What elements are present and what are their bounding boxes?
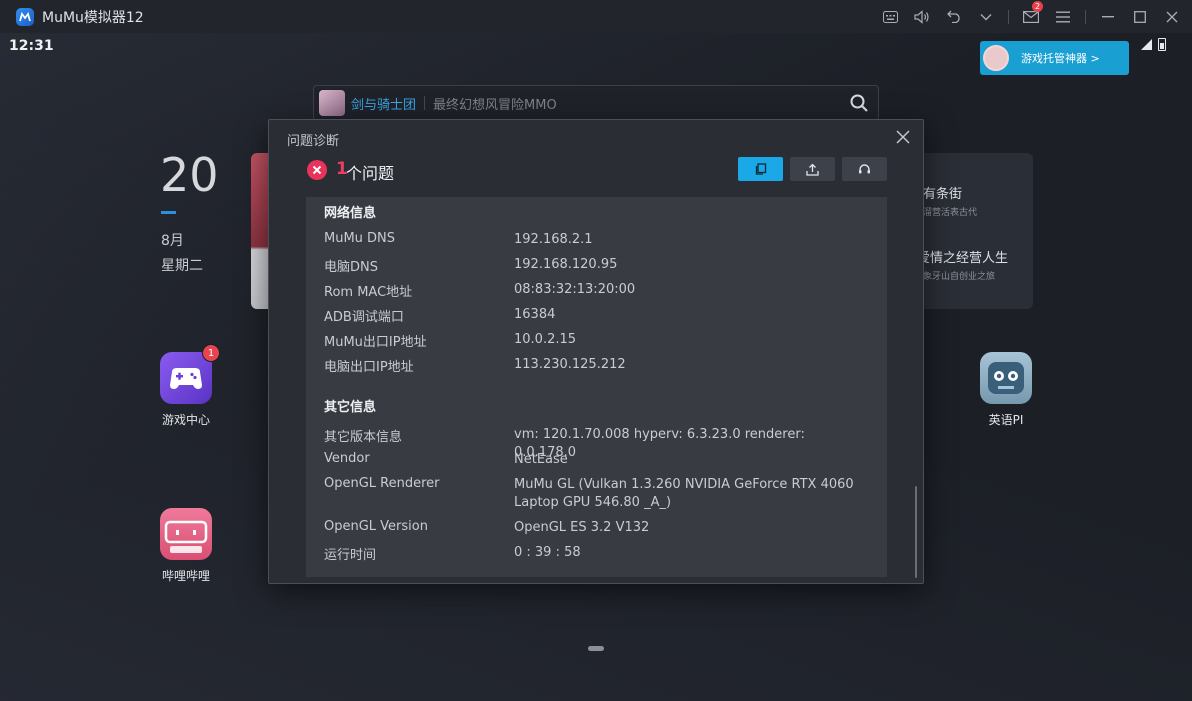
mail-icon (1023, 10, 1039, 23)
diagnose-dialog: 问题诊断 1 个问题 网络信息 MuMu DNS 192.168.2.1 电脑D… (268, 119, 924, 584)
bilibili-icon (160, 508, 212, 560)
error-icon (307, 160, 327, 180)
upload-icon (806, 163, 819, 176)
clock-accent-line (161, 211, 176, 214)
app-bilibili[interactable]: 哔哩哔哩 (150, 508, 222, 584)
row-value: 0 : 39 : 58 (514, 545, 581, 560)
row-key: 电脑DNS (324, 260, 378, 275)
export-button[interactable] (790, 157, 835, 181)
app-label: 游戏中心 (161, 413, 210, 427)
app-label: 英语PI (988, 413, 1024, 427)
robot-icon (980, 352, 1032, 404)
maximize-icon[interactable] (1124, 0, 1156, 33)
close-window-icon[interactable] (1156, 0, 1188, 33)
status-time: 12:31 (9, 38, 54, 54)
copy-icon (755, 163, 766, 175)
recommend-title-1: 有条街 (923, 187, 963, 202)
mumu-logo-icon (16, 7, 34, 26)
nav-handle[interactable] (588, 646, 604, 651)
section-title-other: 其它信息 (324, 400, 377, 415)
row-key: ADB调试端口 (324, 310, 404, 325)
close-icon[interactable] (893, 127, 913, 147)
row-value: OpenGL ES 3.2 V132 (514, 520, 650, 535)
window-title: MuMu模拟器12 (42, 9, 144, 26)
row-value: 192.168.2.1 (514, 232, 593, 247)
recommend-title-2: 爱情之经营人生 (917, 251, 1009, 266)
row-key: Rom MAC地址 (324, 285, 413, 300)
row-key: MuMu DNS (324, 231, 396, 246)
search-icon[interactable] (850, 94, 868, 112)
row-value: 10.0.2.15 (514, 332, 577, 347)
search-app-icon (319, 90, 345, 116)
recommend-sub-2: 象牙山自创业之旅 (923, 272, 996, 282)
chevron-down-icon[interactable] (970, 0, 1002, 33)
issue-text: 个问题 (346, 164, 395, 183)
section-title-network: 网络信息 (324, 206, 377, 221)
toolbar-divider (1008, 9, 1009, 24)
recommend-card[interactable]: 有条街 溜营活表古代 爱情之经营人生 象牙山自创业之旅 (915, 153, 1033, 309)
row-value: 113.230.125.212 (514, 357, 626, 372)
message-button[interactable]: 2 (1015, 0, 1047, 33)
panel-scrollbar[interactable] (915, 486, 917, 578)
app-badge: 1 (202, 344, 220, 362)
keyboard-icon[interactable] (874, 0, 906, 33)
row-value: 192.168.120.95 (514, 257, 618, 272)
app-english-pi[interactable]: 英语PI (970, 352, 1042, 428)
row-value: NetEase (514, 452, 568, 467)
dialog-title: 问题诊断 (287, 134, 340, 149)
volume-icon[interactable] (906, 0, 938, 33)
status-icons (1141, 38, 1166, 51)
row-key: OpenGL Renderer (324, 476, 440, 491)
app-game-center[interactable]: 1 游戏中心 (150, 344, 222, 428)
row-value: MuMu GL (Vulkan 1.3.260 NVIDIA GeForce R… (514, 477, 854, 510)
title-bar: MuMu模拟器12 2 (0, 0, 1192, 33)
signal-icon (1141, 39, 1152, 50)
diagnose-info-panel[interactable]: 网络信息 MuMu DNS 192.168.2.1 电脑DNS 192.168.… (306, 197, 887, 577)
clock-month: 8月 (161, 233, 184, 249)
clock-day: 20 (160, 148, 219, 202)
menu-icon[interactable] (1047, 0, 1079, 33)
search-divider (424, 96, 426, 110)
row-key: 运行时间 (324, 548, 377, 563)
row-key: 电脑出口IP地址 (324, 360, 414, 375)
message-badge: 2 (1032, 1, 1043, 12)
row-value: 16384 (514, 307, 556, 322)
app-label: 哔哩哔哩 (161, 569, 210, 583)
row-value: 08:83:32:13:20:00 (514, 282, 636, 297)
row-key: MuMu出口IP地址 (324, 335, 427, 350)
minimize-icon[interactable] (1092, 0, 1124, 33)
promo-label: 游戏托管神器 > (1021, 52, 1100, 65)
gamepad-icon: 1 (160, 344, 220, 404)
support-button[interactable] (842, 157, 887, 181)
search-app-name[interactable]: 剑与骑士团 (351, 94, 416, 113)
toolbar-divider (1085, 9, 1086, 24)
headset-icon (859, 163, 870, 173)
row-key: OpenGL Version (324, 519, 428, 534)
clock-weekday: 星期二 (161, 258, 203, 274)
back-undo-icon[interactable] (938, 0, 970, 33)
row-key: Vendor (324, 451, 370, 466)
recommend-sub-1: 溜营活表古代 (923, 208, 978, 218)
search-bar[interactable]: 剑与骑士团 最终幻想风冒险MMO (313, 85, 879, 121)
promo-avatar (983, 45, 1009, 71)
battery-icon (1158, 38, 1166, 51)
game-hosting-promo[interactable]: 游戏托管神器 > (980, 41, 1129, 75)
row-key: 其它版本信息 (324, 430, 403, 445)
copy-button[interactable] (738, 157, 783, 181)
search-hint: 最终幻想风冒险MMO (433, 97, 557, 113)
